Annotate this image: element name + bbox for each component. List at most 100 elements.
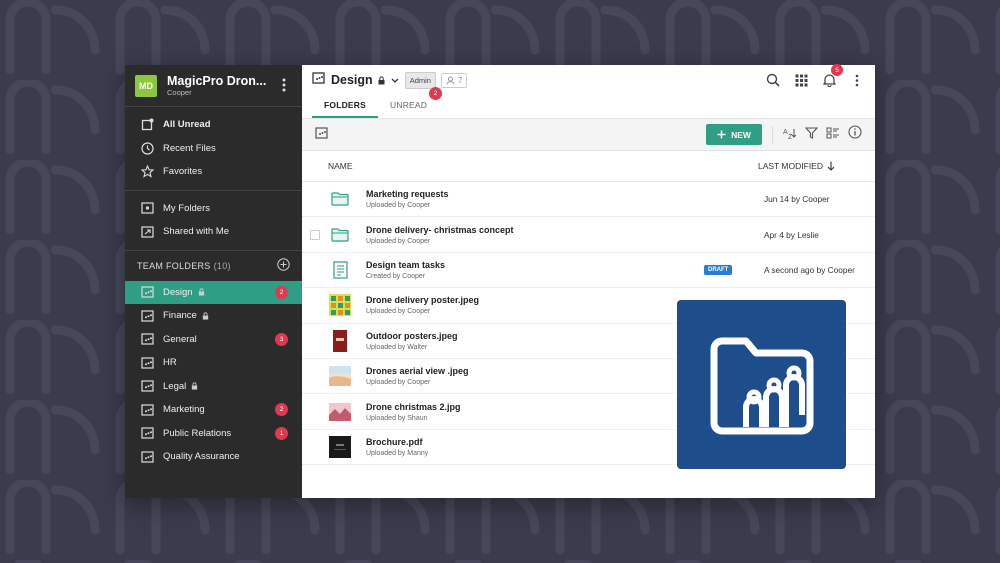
- filter-icon[interactable]: [804, 126, 819, 144]
- lock-icon: [198, 288, 205, 296]
- team-folders-count: (10): [213, 260, 231, 271]
- svg-text:Z: Z: [788, 134, 793, 139]
- unread-badge: 1: [275, 426, 288, 440]
- page-title: Design: [331, 73, 373, 87]
- org-user: Cooper: [167, 88, 192, 97]
- list-view-icon[interactable]: [826, 126, 840, 144]
- folder-icon: [329, 188, 351, 210]
- new-button-label: NEW: [731, 129, 751, 140]
- file-name[interactable]: Brochure.pdf: [366, 437, 428, 447]
- row-checkbox[interactable]: [310, 229, 320, 240]
- sort-az-icon[interactable]: AZ: [783, 126, 797, 144]
- team-folder-icon: [140, 285, 154, 299]
- new-button[interactable]: NEW: [706, 124, 762, 145]
- org-name: MagicPro Dron...: [167, 74, 267, 88]
- lock-icon: [191, 382, 198, 390]
- tab-unread[interactable]: UNREAD 2: [378, 87, 443, 118]
- add-team-folder-icon[interactable]: [277, 258, 290, 273]
- file-modified: Jun 14 by Cooper: [764, 194, 830, 205]
- file-name[interactable]: Design team tasks: [366, 260, 445, 270]
- members-button[interactable]: 7: [440, 72, 468, 88]
- file-uploader: Uploaded by Cooper: [366, 308, 431, 316]
- sidebar-item-label: General: [163, 333, 197, 345]
- tab-folders[interactable]: FOLDERS: [312, 95, 379, 118]
- sidebar-item-label: Public Relations: [163, 427, 232, 439]
- sidebar-item-finance[interactable]: Finance: [125, 304, 302, 328]
- org-header[interactable]: MD MagicPro Dron... Cooper: [125, 65, 302, 107]
- file-name[interactable]: Marketing requests: [366, 189, 449, 199]
- sidebar-item-my-folders[interactable]: My Folders: [125, 197, 302, 221]
- table-row[interactable]: Marketing requests Uploaded by Cooper Jun …: [302, 182, 875, 218]
- folder-view-icon[interactable]: [315, 126, 328, 144]
- file-name[interactable]: Drone delivery poster.jpeg: [366, 295, 479, 305]
- shared-folder-icon: [140, 225, 154, 239]
- file-name[interactable]: Drone delivery- christmas concept: [366, 225, 514, 235]
- bell-icon[interactable]: 5: [821, 64, 843, 88]
- sidebar-item-label: HR: [163, 357, 177, 369]
- unread-badge: 2: [275, 285, 288, 299]
- chevron-down-icon[interactable]: [391, 78, 399, 83]
- toolbar: NEW AZ: [302, 119, 875, 151]
- image-thumbnail: [329, 401, 351, 423]
- sidebar-item-shared-with-me[interactable]: Shared with Me: [125, 220, 302, 244]
- info-icon[interactable]: [848, 125, 862, 144]
- tab-bar: FOLDERS UNREAD 2: [302, 87, 875, 119]
- sidebar-item-label: Shared with Me: [163, 226, 230, 238]
- team-folders-title: TEAM FOLDERS: [137, 260, 211, 271]
- topbar: Design Admin 7 5: [302, 64, 875, 95]
- team-folder-list: Design 2 Finance General 3 HR Legal Marketing 2 P…: [125, 280, 302, 469]
- image-thumbnail: [329, 329, 351, 352]
- sidebar-item-public-relations[interactable]: Public Relations 1: [125, 422, 302, 446]
- lock-icon: [202, 312, 209, 320]
- file-name[interactable]: Outdoor posters.jpeg: [366, 331, 458, 341]
- plus-icon: [717, 130, 726, 139]
- more-vert-icon[interactable]: [849, 72, 865, 88]
- avatar: MD: [135, 74, 157, 97]
- team-folder-icon: [140, 450, 154, 464]
- notification-count: 5: [831, 64, 843, 76]
- all-unread-icon: [140, 118, 154, 132]
- sidebar-item-label: Favorites: [163, 166, 203, 178]
- file-uploader: Uploaded by Shaun: [366, 414, 428, 422]
- column-last-modified[interactable]: LAST MODIFIED: [758, 161, 835, 171]
- sidebar-item-general[interactable]: General 3: [125, 328, 302, 352]
- column-name[interactable]: NAME: [328, 161, 353, 171]
- file-uploader: Uploaded by Cooper: [366, 237, 431, 245]
- file-info: Drone delivery poster.jpeg Uploaded by Co…: [366, 295, 479, 315]
- app-logo: [677, 300, 846, 469]
- table-row[interactable]: Drone delivery- christmas concept Uploade…: [302, 217, 875, 253]
- sidebar-item-design[interactable]: Design 2: [125, 280, 302, 304]
- file-name[interactable]: Drone christmas 2.jpg: [366, 402, 461, 412]
- folder-icon: [329, 224, 351, 246]
- more-vert-icon[interactable]: [276, 78, 292, 94]
- sidebar-item-recent-files[interactable]: Recent Files: [125, 137, 302, 161]
- clock-icon: [140, 141, 154, 155]
- file-name[interactable]: Drones aerial view .jpeg: [366, 366, 469, 376]
- sidebar-item-favorites[interactable]: Favorites: [125, 160, 302, 184]
- sidebar-item-label: Legal: [163, 380, 187, 392]
- sidebar-item-all-unread[interactable]: All Unread: [125, 113, 302, 137]
- sidebar-item-quality-assurance[interactable]: Quality Assurance: [125, 445, 302, 469]
- table-row[interactable]: Design team tasks Created by Cooper DRAFT A…: [302, 253, 875, 289]
- team-folders-header: TEAM FOLDERS (10): [125, 251, 302, 281]
- sidebar-item-hr[interactable]: HR: [125, 351, 302, 375]
- search-icon[interactable]: [765, 72, 781, 88]
- sidebar-item-label: Finance: [163, 310, 197, 322]
- sidebar-item-legal[interactable]: Legal: [125, 375, 302, 399]
- column-label: LAST MODIFIED: [757, 161, 823, 171]
- team-folder-icon: [140, 403, 154, 417]
- sidebar-item-label: All Unread: [163, 119, 211, 131]
- file-modified: Apr 4 by Leslie: [764, 229, 819, 240]
- file-uploader: Uploaded by Cooper: [366, 379, 431, 387]
- team-folder-icon: [140, 379, 154, 393]
- toolbar-divider: [772, 125, 773, 144]
- file-uploader: Uploaded by Manny: [366, 449, 429, 457]
- arrow-down-icon: [827, 161, 835, 171]
- apps-grid-icon[interactable]: [793, 72, 809, 88]
- sidebar-item-marketing[interactable]: Marketing 2: [125, 398, 302, 422]
- unread-badge: 2: [275, 403, 288, 417]
- team-folder-icon: [140, 356, 154, 370]
- file-info: Outdoor posters.jpeg Uploaded by Walter: [366, 331, 458, 351]
- file-modified: A second ago by Cooper: [764, 264, 855, 275]
- sidebar-item-label: Marketing: [163, 404, 205, 416]
